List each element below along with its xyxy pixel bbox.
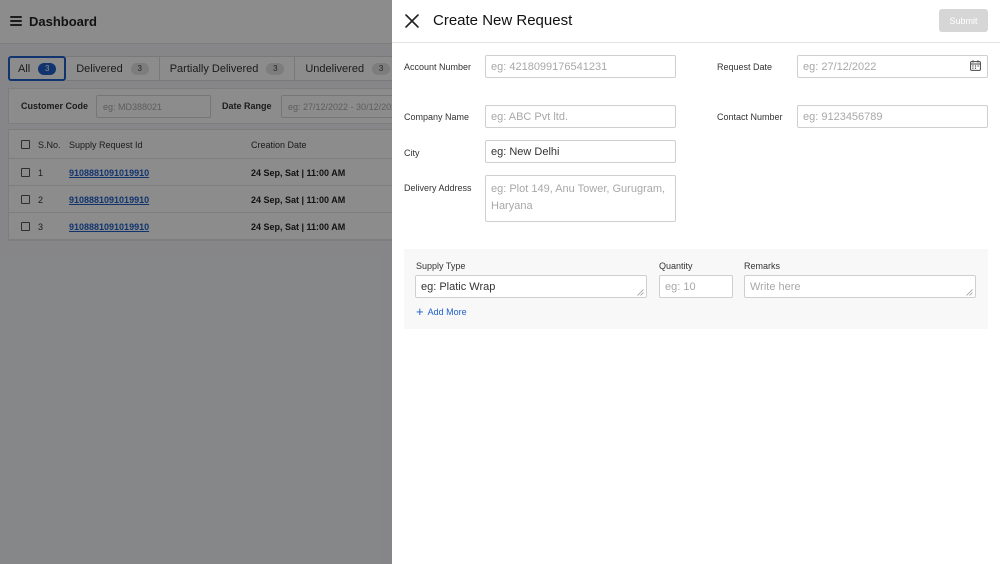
city-input[interactable] xyxy=(485,140,676,163)
company-name-input[interactable] xyxy=(485,105,676,128)
drawer-title: Create New Request xyxy=(433,12,573,29)
resize-grip-icon[interactable] xyxy=(966,289,973,296)
supply-type-label: Supply Type xyxy=(416,261,466,271)
drawer-header: Create New Request Submit xyxy=(392,0,1000,43)
city-label: City xyxy=(404,148,420,158)
quantity-label: Quantity xyxy=(659,261,693,271)
submit-button[interactable]: Submit xyxy=(939,9,988,32)
account-number-label: Account Number xyxy=(404,62,472,72)
create-request-drawer: Create New Request Submit Account Number… xyxy=(392,0,1000,564)
calendar-icon[interactable] xyxy=(970,60,981,71)
close-icon[interactable] xyxy=(404,13,420,29)
delivery-address-label: Delivery Address xyxy=(404,183,472,193)
resize-grip-icon[interactable] xyxy=(637,289,644,296)
request-date-label: Request Date xyxy=(717,62,773,72)
quantity-input[interactable] xyxy=(659,275,733,298)
remarks-label: Remarks xyxy=(744,261,781,271)
contact-number-input[interactable] xyxy=(797,105,988,128)
remarks-input[interactable] xyxy=(744,275,976,298)
account-number-input[interactable] xyxy=(485,55,676,78)
add-more-button[interactable]: + Add More xyxy=(416,304,467,319)
request-date-input[interactable] xyxy=(797,55,988,78)
plus-icon: + xyxy=(416,304,424,319)
company-name-label: Company Name xyxy=(404,112,470,122)
add-more-label: Add More xyxy=(427,307,467,317)
delivery-address-textarea[interactable] xyxy=(485,175,676,222)
contact-number-label: Contact Number xyxy=(717,112,783,122)
supply-type-input[interactable] xyxy=(415,275,647,298)
